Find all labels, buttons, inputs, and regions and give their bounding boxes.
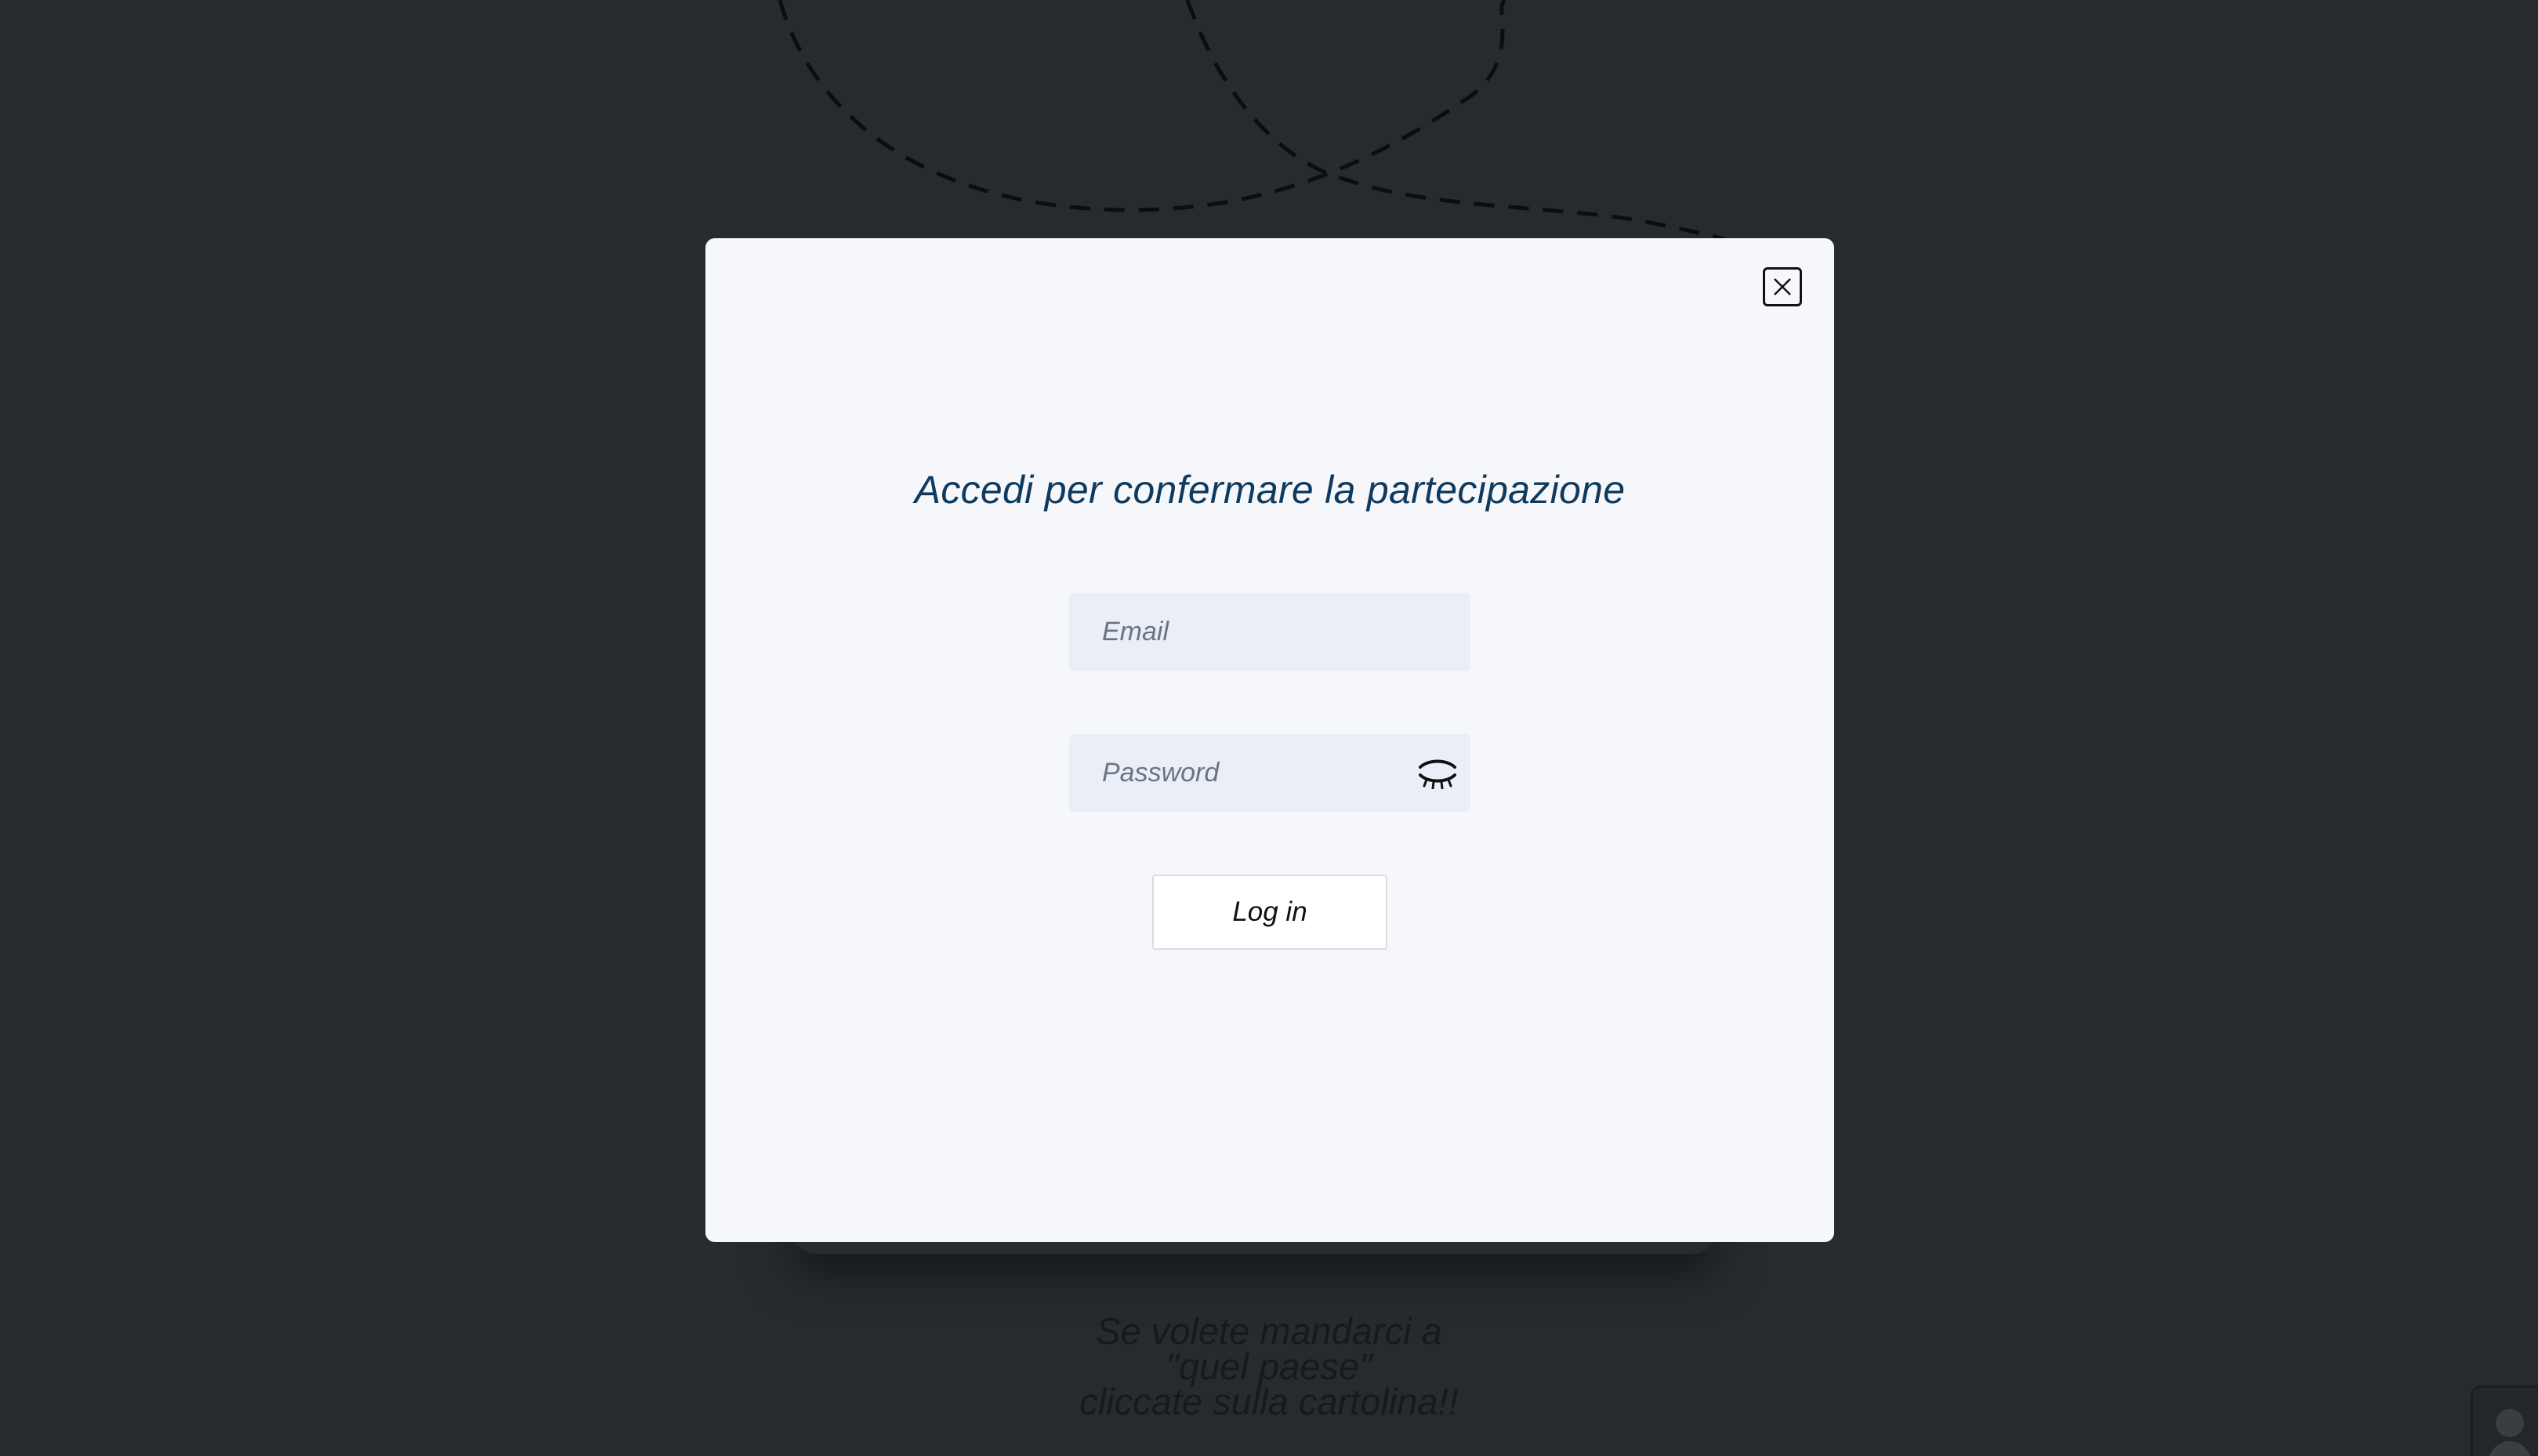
modal-title: Accedi per confermare la partecipazione: [914, 468, 1626, 512]
page: Se volete mandarci a "quel paese" clicca…: [0, 0, 2538, 1456]
password-visibility-toggle[interactable]: [1417, 755, 1458, 791]
password-field-wrapper: [1069, 734, 1470, 812]
close-icon: [1774, 278, 1791, 295]
postcard-message-line: "quel paese": [1166, 1346, 1372, 1387]
postcard-message: Se volete mandarci a "quel paese" clicca…: [955, 1310, 1583, 1422]
avatar[interactable]: [2471, 1385, 2538, 1456]
email-field[interactable]: [1069, 593, 1470, 671]
login-button[interactable]: Log in: [1152, 875, 1387, 950]
password-field[interactable]: [1069, 734, 1470, 812]
postcard-message-line: Se volete mandarci a: [1096, 1310, 1442, 1352]
eye-closed-icon: [1419, 759, 1456, 789]
login-modal: Accedi per confermare la partecipazione …: [705, 238, 1834, 1242]
email-field-wrapper: [1069, 593, 1470, 671]
postcard-message-line: cliccate sulla cartolina!!: [1079, 1381, 1459, 1422]
avatar-icon: [2489, 1409, 2531, 1456]
close-button[interactable]: [1763, 267, 1802, 306]
